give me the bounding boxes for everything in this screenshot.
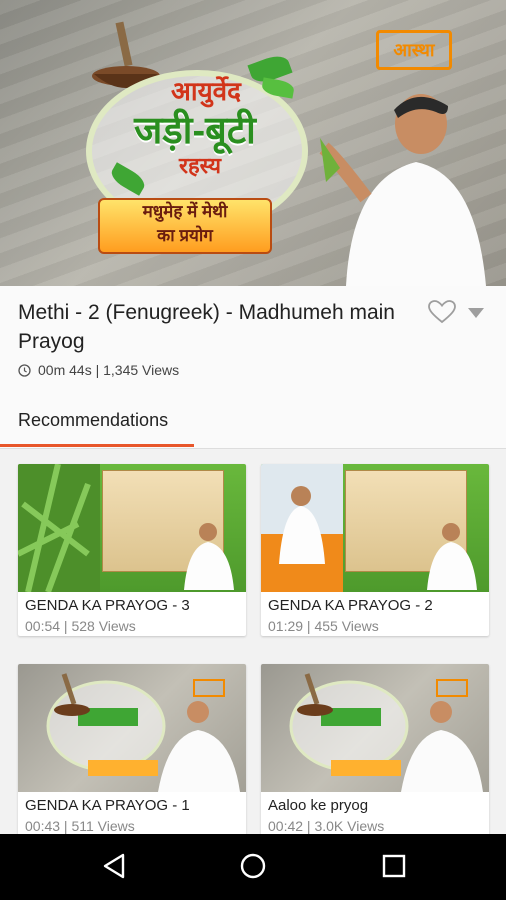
recommendation-card[interactable]: GENDA KA PRAYOG - 3 00:54 | 528 Views <box>18 464 246 636</box>
hero-title-line3: रहस्य <box>179 153 221 178</box>
card-meta: 00:54 | 528 Views <box>25 618 136 634</box>
heart-icon[interactable] <box>428 300 456 324</box>
presenter-mini <box>184 523 234 590</box>
back-icon <box>103 853 125 879</box>
home-icon <box>240 853 266 879</box>
active-tab-indicator <box>0 444 194 447</box>
dropdown-caret-icon[interactable] <box>468 308 484 318</box>
ayurveda-thumbnail-art <box>46 673 240 792</box>
tab-recommendations[interactable]: Recommendations <box>18 410 168 431</box>
hero-title-line2: जड़ी-बूटी <box>134 110 256 152</box>
card-meta: 00:43 | 511 Views <box>25 818 135 834</box>
recommendation-card[interactable]: GENDA KA PRAYOG - 2 01:29 | 455 Views <box>261 464 489 636</box>
banner-line2: का प्रयोग <box>157 226 213 245</box>
banner-line1: मधुमेह में मेथी <box>142 202 228 221</box>
back-button[interactable] <box>96 848 132 884</box>
video-player-thumbnail[interactable]: आयुर्वेद जड़ी-बूटी रहस्य मधुमेह में मेथी… <box>0 0 506 286</box>
recommendation-card[interactable]: GENDA KA PRAYOG - 1 00:43 | 511 Views <box>18 664 246 836</box>
video-thumbnail <box>261 464 489 592</box>
channel-logo: आस्था <box>376 30 452 70</box>
recents-icon <box>382 854 406 878</box>
video-thumbnail <box>18 464 246 592</box>
card-title: Aaloo ke pryog <box>268 797 369 814</box>
card-meta: 00:42 | 3.0K Views <box>268 818 385 834</box>
presenter-mini <box>427 523 477 590</box>
video-stats: 00m 44s | 1,345 Views <box>38 362 180 378</box>
video-thumbnail <box>261 664 489 792</box>
clock-icon <box>18 364 31 377</box>
ayurveda-thumbnail-art <box>289 673 483 792</box>
fern-leaves-image <box>18 464 100 592</box>
recommendation-card[interactable]: Aaloo ke pryog 00:42 | 3.0K Views <box>261 664 489 836</box>
presenter-field-image <box>261 464 343 592</box>
card-meta: 01:29 | 455 Views <box>268 618 379 634</box>
video-title: Methi - 2 (Fenugreek) - Madhumeh main Pr… <box>18 301 395 353</box>
card-title: GENDA KA PRAYOG - 1 <box>25 797 190 814</box>
recents-button[interactable] <box>376 848 412 884</box>
hero-topic-banner: मधुमेह में मेथी का प्रयोग <box>98 198 272 254</box>
presenter-figure <box>319 94 486 286</box>
home-button[interactable] <box>235 848 271 884</box>
video-thumbnail <box>18 664 246 792</box>
card-title: GENDA KA PRAYOG - 3 <box>25 597 190 614</box>
card-title: GENDA KA PRAYOG - 2 <box>268 597 433 614</box>
